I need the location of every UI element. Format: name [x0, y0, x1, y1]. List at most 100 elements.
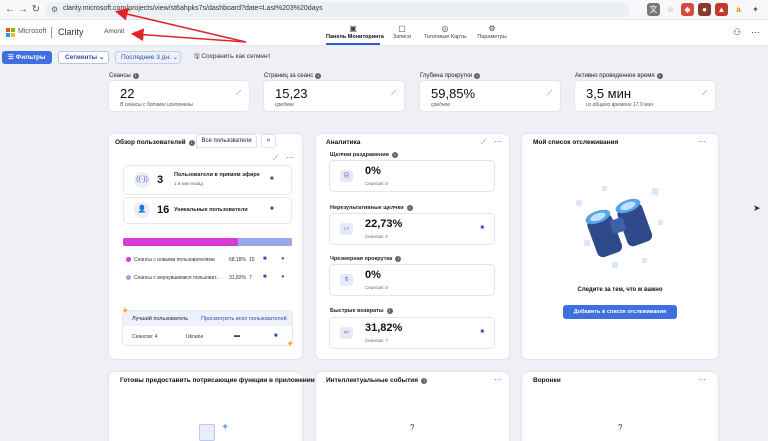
more-options-icon[interactable]: ⋯ [494, 137, 503, 146]
analytics-label: Чрезмерная прокрутка i [330, 256, 402, 262]
extensions-puzzle-icon[interactable]: ✦ [749, 3, 762, 16]
info-icon: i [474, 73, 481, 79]
panel-title: Воронки [533, 377, 561, 384]
filters-button[interactable]: ☰ Фильтры [2, 51, 52, 64]
extension-icon[interactable]: ▲ [715, 3, 728, 16]
video-camera-icon[interactable]: ■ [270, 206, 274, 212]
app-header: Microsoft Clarity Amonit ⌄ ▣ Панель Мони… [0, 20, 768, 46]
line-chart-icon[interactable]: ⟋ [481, 139, 486, 147]
broadcast-icon: ((·)) [134, 172, 150, 188]
more-options-icon[interactable]: ⋯ [494, 375, 503, 384]
translate-icon[interactable]: 文 [647, 3, 660, 16]
tab-recordings[interactable]: ▢ Записи [390, 23, 414, 45]
video-camera-icon[interactable]: ■ [263, 274, 267, 280]
app-illustration-icon [199, 424, 215, 441]
address-bar[interactable]: ⚙ clarity.microsoft.com/projects/view/st… [45, 2, 630, 18]
chevron-down-icon[interactable]: ⌄ [132, 27, 138, 35]
info-icon: i [406, 205, 413, 211]
reload-icon[interactable]: ↻ [29, 3, 43, 17]
more-options-icon[interactable]: ⋯ [286, 153, 295, 162]
chevron-down-icon: ⌄ [170, 54, 179, 61]
excessive-scroll-card[interactable]: ⇕ 0% Сеансов: 0 [330, 265, 494, 295]
heatmap-icon: ◎ [441, 24, 449, 33]
extension-icon[interactable]: ● [698, 3, 711, 16]
tab-heatmaps[interactable]: ◎ Тепловые Карты [424, 23, 467, 45]
tab-settings[interactable]: ⚙ Параметры [476, 23, 508, 45]
sparkle-icon: ✦ [221, 422, 230, 433]
extension-icon[interactable]: ◆ [681, 3, 694, 16]
info-icon: i [391, 152, 398, 158]
more-icon[interactable]: ⋯ [751, 27, 760, 38]
video-camera-icon[interactable]: ■ [270, 176, 274, 182]
binoculars-illustration-icon [575, 186, 663, 268]
share-icon[interactable]: ⚇ [733, 27, 741, 38]
metric-label: Глубина прокрутки i [420, 73, 481, 79]
legend-dot [126, 257, 131, 262]
rage-clicks-card[interactable]: ☹ 0% Сеансов: 0 [330, 161, 494, 191]
amazon-extension-icon[interactable]: a [732, 3, 745, 16]
panel-title: Мой список отслеживания [533, 139, 619, 146]
placeholder-question: ? [618, 423, 623, 432]
metric-card-scroll-depth: 59,85% среднее ⟋ [420, 81, 560, 111]
chevron-right-icon[interactable]: » [261, 134, 276, 148]
line-chart-icon[interactable]: ⟋ [273, 155, 278, 163]
analytics-label: Щелчки раздражения i [330, 152, 398, 158]
info-icon: i [188, 140, 195, 146]
add-to-watchlist-button[interactable]: Добавить в список отслеживания [563, 305, 677, 319]
legend-new-users: Сеансы с новыми пользователями [126, 257, 215, 263]
quick-back-icon: ↩ [340, 327, 353, 339]
tab-all-users[interactable]: Все пользователи [196, 134, 257, 148]
panel-title: Готовы предоставить потрясающие функции … [120, 377, 319, 384]
divider [51, 27, 52, 38]
dead-clicks-card[interactable]: ▭ 22,73% Сеансов: 5 ■ [330, 214, 494, 244]
device-icon: ▬ [234, 333, 240, 339]
bookmark-star-icon[interactable]: ☆ [664, 3, 677, 16]
save-segment-button[interactable]: 🖫 Сохранить как сегмент [194, 52, 271, 63]
live-users-card: ((·)) 3 Пользователи в прямом эфире 1.9 … [124, 166, 291, 194]
heatmap-drop-icon[interactable]: ● [281, 256, 285, 262]
more-options-icon[interactable]: ⋯ [698, 137, 707, 146]
info-icon: i [132, 73, 139, 79]
date-range-button[interactable]: Последние 3 дн. ⌄ [115, 51, 181, 64]
quick-backs-card[interactable]: ↩ 31,82% Сеансов: 7 ■ [330, 318, 494, 348]
info-icon: i [395, 256, 402, 262]
segments-button[interactable]: Сегменты ⌄ [58, 51, 109, 64]
tab-dashboard[interactable]: ▣ Панель Мониторинга [326, 23, 384, 45]
info-icon: i [315, 73, 322, 79]
metric-card-pages: 15,23 среднее ⟋ [264, 81, 404, 111]
brand-name: Microsoft [18, 28, 47, 35]
dead-click-icon: ▭ [340, 223, 353, 235]
project-selector[interactable]: Amonit [104, 28, 124, 35]
metric-label: Сеансы i [109, 73, 139, 79]
line-chart-icon[interactable]: ⟋ [236, 90, 241, 98]
user-icon: 👤 [134, 202, 150, 218]
app-name: Clarity [58, 27, 84, 37]
microsoft-logo-icon [6, 28, 15, 37]
more-options-icon[interactable]: ⋯ [698, 375, 707, 384]
line-chart-icon[interactable]: ⟋ [547, 90, 552, 98]
dashboard-icon: ▣ [349, 24, 357, 33]
legend-dot [126, 275, 131, 280]
site-info-icon[interactable]: ⚙ [51, 5, 61, 15]
analytics-label: Быстрые возвраты i [330, 308, 393, 314]
legend-returning-users: Сеансы с вернувшимися пользоват... [126, 275, 220, 281]
video-camera-icon[interactable]: ■ [274, 333, 278, 339]
video-camera-icon[interactable]: ■ [480, 225, 484, 231]
scroll-icon: ⇕ [340, 274, 353, 286]
line-chart-icon[interactable]: ⟋ [702, 90, 707, 98]
url-text: clarity.microsoft.com/projects/view/st6a… [63, 5, 323, 12]
line-chart-icon[interactable]: ⟋ [391, 90, 396, 98]
back-icon[interactable]: ← [3, 3, 17, 17]
analytics-label: Нерезультативные щелчки i [330, 205, 413, 211]
filter-icon: ☰ [8, 54, 16, 61]
forward-icon[interactable]: → [16, 3, 30, 17]
sparkle-icon: ✦ [121, 306, 130, 317]
view-all-users-link[interactable]: Просмотреть всех пользователей [201, 316, 287, 322]
heatmap-drop-icon[interactable]: ● [281, 274, 285, 280]
info-icon: i [421, 378, 428, 384]
video-camera-icon[interactable]: ■ [263, 256, 267, 262]
angry-face-icon: ☹ [340, 170, 353, 182]
video-camera-icon[interactable]: ■ [480, 329, 484, 335]
gear-icon: ⚙ [488, 24, 496, 33]
recordings-icon: ▢ [398, 24, 406, 33]
